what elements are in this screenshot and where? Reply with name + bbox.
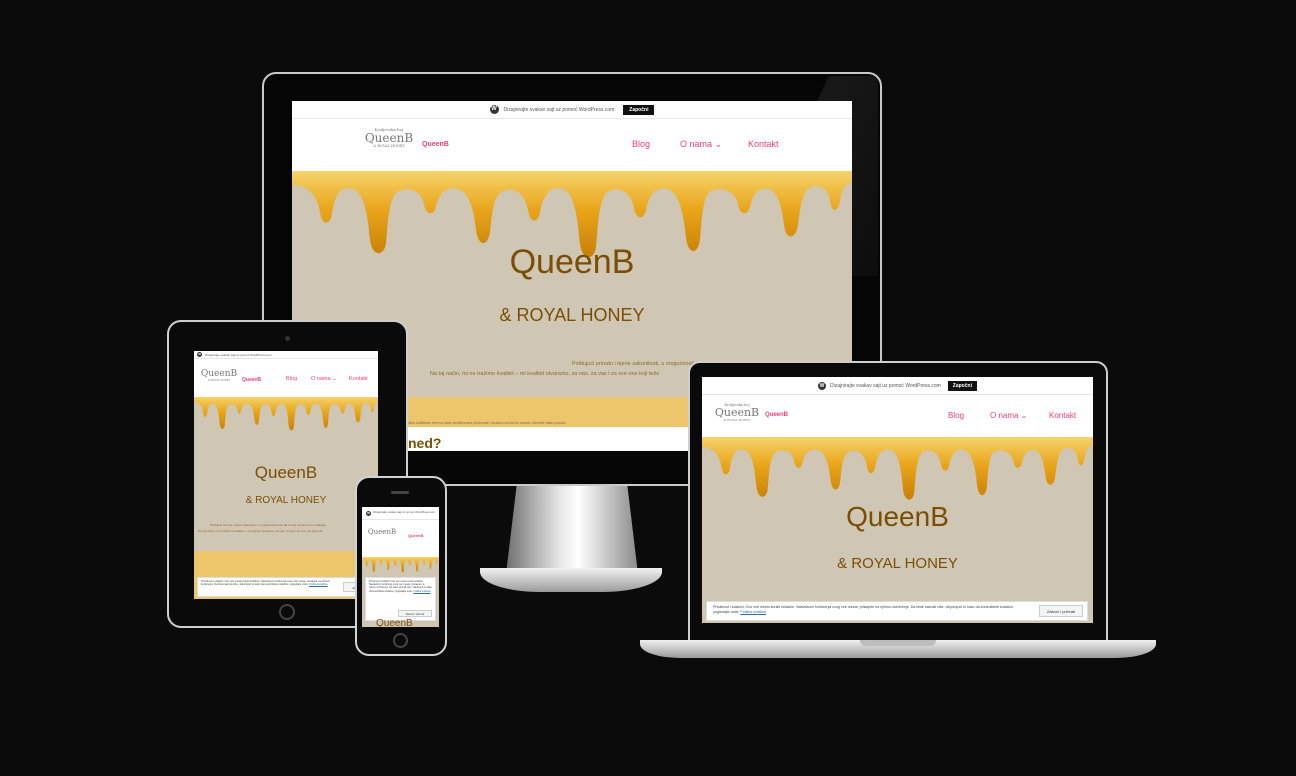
tablet-wordpress-icon: W xyxy=(197,352,202,357)
site-header: Kraljevska hoj QueenB & ROYAL HONEY Quee… xyxy=(292,119,852,171)
laptop-honey-drip-image xyxy=(702,437,1093,500)
phone-site-title[interactable]: QueenB xyxy=(408,533,423,538)
laptop-hero-section: QueenB & ROYAL HONEY xyxy=(702,437,1093,623)
laptop-nav-blog[interactable]: Blog xyxy=(948,411,964,420)
laptop-site-header: Kraljevska hoj QueenB & ROYAL HONEY Quee… xyxy=(702,395,1093,439)
phone-wordpress-banner-text: Dizajnirajte svakav sajt uz pomoć WordPr… xyxy=(373,510,435,515)
tablet-hero-text-2: Na taj način, mi ne tražimo kvalitet – m… xyxy=(198,529,324,533)
phone-cookie-accept-button[interactable]: Zatvori i prihvati xyxy=(398,610,432,617)
phone-home-button[interactable] xyxy=(393,633,408,648)
laptop-nav-about[interactable]: O nama ⌄ xyxy=(990,411,1027,420)
honey-band-text: Naručite kvalitetan med uz naše sertifik… xyxy=(402,421,567,425)
tablet-nav-about[interactable]: O nama ⌄ xyxy=(311,376,337,382)
laptop-site-logo[interactable]: Kraljevska hoj QueenB & ROYAL HONEY xyxy=(712,403,762,433)
laptop-signup-button[interactable]: Započni xyxy=(947,380,977,391)
monitor-stand-base xyxy=(480,568,662,592)
phone-logo-big-text: QueenB xyxy=(367,528,397,536)
phone-wordpress-banner: W Dizajnirajte svakav sajt uz pomoć Word… xyxy=(362,507,439,520)
wordpress-banner: W Dizajnirajte svakav sajt uz pomoć Word… xyxy=(292,101,852,119)
phone-cookie-policy-link[interactable]: Politika kolačića xyxy=(413,590,430,593)
tablet-wordpress-banner-text: Dizajnirajte svakav sajt uz pomoć WordPr… xyxy=(205,352,272,357)
laptop-hinge-notch xyxy=(860,640,936,646)
tablet-cookie-policy-link[interactable]: Politika kolačića xyxy=(309,583,327,586)
tablet-site-header: QueenB & ROYAL HONEY QueenB Blog O nama … xyxy=(194,359,378,397)
tablet-nav-contact[interactable]: Kontakt xyxy=(349,376,368,382)
phone-site-header: QueenB QueenB xyxy=(362,520,439,550)
laptop-cookie-accept-button[interactable]: Zatvori i prihvati xyxy=(1039,605,1083,617)
monitor-stand-neck xyxy=(506,486,638,574)
wordpress-icon: W xyxy=(489,105,499,114)
laptop-hero-title: QueenB xyxy=(846,501,949,532)
site-logo[interactable]: Kraljevska hoj QueenB & ROYAL HONEY xyxy=(362,127,416,161)
signup-button[interactable]: Započni xyxy=(623,104,655,115)
laptop-hero-subtitle: & ROYAL HONEY xyxy=(837,555,958,572)
tablet-site-logo[interactable]: QueenB & ROYAL HONEY xyxy=(200,369,238,391)
tablet-home-button[interactable] xyxy=(279,604,295,620)
wordpress-banner-text: Dizajnirajte svakav sajt uz pomoć WordPr… xyxy=(503,106,615,113)
tablet-hero-section: QueenB & ROYAL HONEY Poštujući prirodu i… xyxy=(194,397,378,551)
laptop-cookie-policy-link[interactable]: Politika kolačića xyxy=(740,610,766,614)
laptop-logo-big-text: QueenB xyxy=(714,406,760,419)
laptop-nav-contact[interactable]: Kontakt xyxy=(1049,411,1076,420)
tablet-logo-tag-text: & ROYAL HONEY xyxy=(207,379,231,382)
tablet-screen: W Dizajnirajte svakav sajt uz pomoć Word… xyxy=(194,351,378,599)
tablet-wordpress-banner: W Dizajnirajte svakav sajt uz pomoć Word… xyxy=(194,351,378,359)
site-title[interactable]: QueenB xyxy=(422,141,449,148)
laptop-site-title[interactable]: QueenB xyxy=(765,412,788,418)
phone-cookie-banner: Privatnost i kolačići: Ovo veb mesto kor… xyxy=(365,577,436,621)
tablet-hero-title: QueenB xyxy=(254,463,318,482)
nav-about[interactable]: O nama ⌄ xyxy=(680,139,722,150)
tablet-hero-text-1: Poštujući prirodu i njene zakonitosti, u… xyxy=(210,523,326,527)
tablet-site-title[interactable]: QueenB xyxy=(242,377,261,383)
hero-title: QueenB xyxy=(509,243,635,281)
logo-big-text: QueenB xyxy=(364,131,414,145)
tablet-logo-big-text: QueenB xyxy=(200,369,238,379)
phone-site-logo[interactable]: QueenB xyxy=(367,528,397,544)
laptop-wordpress-banner: W Dizajnirajte svakav sajt uz pomoć Word… xyxy=(702,377,1093,395)
laptop-wordpress-banner-text: Dizajnirajte svakav sajt uz pomoć WordPr… xyxy=(830,382,941,389)
nav-blog[interactable]: Blog xyxy=(632,139,650,149)
section-heading-fragment: ned? xyxy=(408,435,442,451)
phone-wordpress-icon: W xyxy=(366,510,372,516)
tablet-hero-subtitle: & ROYAL HONEY xyxy=(245,495,327,506)
phone-heading-fragment: QueenB xyxy=(376,618,413,627)
tablet-cookie-banner: Privatnost i kolačići: Ovo veb mesto kor… xyxy=(197,577,375,597)
phone-screen: W Dizajnirajte svakav sajt uz pomoć Word… xyxy=(362,507,439,627)
tablet-camera xyxy=(285,336,290,341)
tablet-nav-blog[interactable]: Blog xyxy=(286,376,297,382)
phone-speaker xyxy=(391,491,409,494)
laptop-wordpress-icon: W xyxy=(818,381,827,390)
laptop-cookie-banner: Privatnost i kolačići: Ovo veb mesto kor… xyxy=(706,601,1088,621)
nav-contact[interactable]: Kontakt xyxy=(748,139,779,149)
tablet-honey-drip-image xyxy=(194,397,378,431)
laptop-screen: W Dizajnirajte svakav sajt uz pomoć Word… xyxy=(702,377,1093,623)
phone-honey-drip-image xyxy=(362,557,439,573)
